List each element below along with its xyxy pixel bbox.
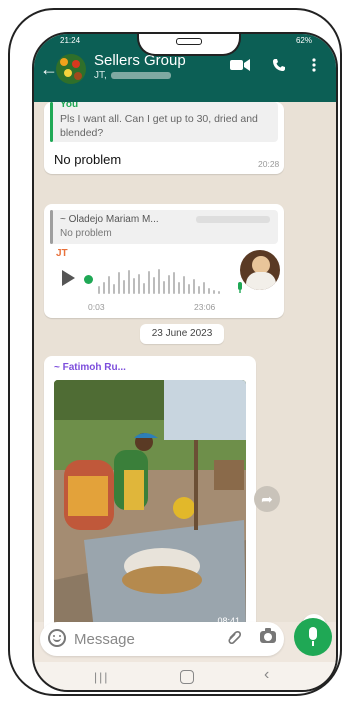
message-input[interactable]	[74, 628, 214, 650]
voice-waveform[interactable]	[98, 264, 230, 294]
phone-call-icon[interactable]	[272, 58, 286, 77]
forward-icon[interactable]: ➦	[254, 486, 280, 512]
sender-avatar	[240, 250, 280, 290]
reply-quote: You Pls I want all. Can I get up to 30, …	[50, 99, 278, 142]
chat-subtitle: JT,	[94, 70, 171, 81]
video-call-icon[interactable]	[230, 58, 250, 77]
voice-record-button[interactable]	[294, 618, 332, 656]
group-avatar[interactable]	[56, 54, 86, 84]
shared-photo[interactable]: 08:41	[54, 380, 246, 630]
date-separator: 23 June 2023	[140, 324, 224, 344]
status-battery: 62%	[295, 36, 312, 45]
message-composer[interactable]	[40, 622, 284, 656]
chat-area[interactable]: You Pls I want all. Can I get up to 30, …	[34, 99, 336, 638]
message-bubble-1[interactable]: You Pls I want all. Can I get up to 30, …	[44, 99, 284, 174]
phone-screen: 21:24 62% ← Sellers Group JT, You Pls I …	[32, 32, 338, 692]
reply-text: No problem	[60, 228, 112, 239]
chat-header: ← Sellers Group JT,	[34, 48, 336, 102]
sender-name: JT	[56, 248, 68, 259]
chat-subtitle-text: JT,	[94, 70, 107, 81]
emoji-icon[interactable]	[48, 629, 66, 647]
phone-frame: 21:24 62% ← Sellers Group JT, You Pls I …	[8, 8, 342, 696]
mic-icon	[236, 282, 244, 297]
message-time: 20:28	[258, 159, 280, 169]
home-icon[interactable]	[180, 670, 194, 684]
voice-elapsed: 0:03	[88, 302, 105, 312]
system-nav-bar: ||| ‹	[34, 662, 336, 690]
reply-text: Pls I want all. Can I get up to 30, drie…	[60, 113, 258, 139]
mic-icon	[309, 627, 317, 640]
image-message-bubble[interactable]: ~ Fatimoh Ru... 08:41	[44, 356, 256, 638]
attach-icon[interactable]	[226, 629, 242, 650]
recent-apps-icon[interactable]: |||	[94, 670, 109, 684]
blurred-member-names	[110, 71, 171, 79]
reply-author: ~ Oladejo Mariam M...	[60, 214, 159, 225]
camera-icon[interactable]	[260, 628, 276, 643]
phone-speaker	[176, 38, 202, 45]
nav-back-icon[interactable]: ‹	[264, 666, 269, 684]
voice-progress-handle[interactable]	[84, 275, 93, 284]
message-time: 23:06	[194, 302, 216, 312]
message-text: No problem	[54, 152, 122, 167]
sender-name: ~ Fatimoh Ru...	[54, 362, 126, 373]
status-time: 21:24	[60, 36, 81, 45]
blurred-phone-number	[196, 216, 270, 223]
message-bubble-2[interactable]: ~ Oladejo Mariam M... No problem JT 0:03…	[44, 204, 284, 318]
play-icon[interactable]	[62, 270, 75, 286]
more-options-icon[interactable]	[312, 58, 316, 77]
reply-quote: ~ Oladejo Mariam M... No problem	[50, 210, 278, 244]
